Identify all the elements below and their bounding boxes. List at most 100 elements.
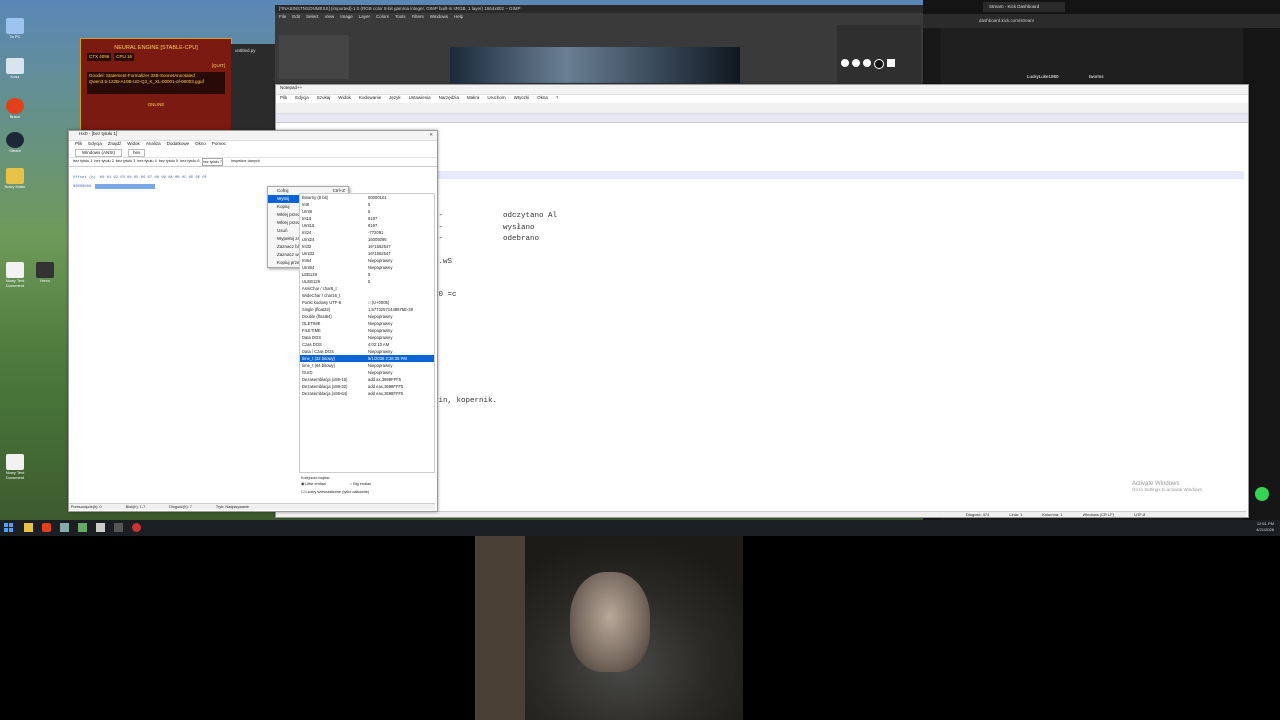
app-taskbar-icon[interactable] bbox=[132, 523, 141, 532]
inspector-row[interactable]: FILETIME Niepoprawny bbox=[300, 327, 434, 334]
inspector-row[interactable]: ULEB128 5 bbox=[300, 278, 434, 285]
gimp-menu-windows[interactable]: Windows bbox=[430, 14, 448, 20]
gimp-menu-filters[interactable]: Filters bbox=[412, 14, 424, 20]
hxd-tab-2[interactable]: bez tytułu 2 bbox=[94, 158, 113, 166]
hxd-tab-4[interactable]: bez tytułu 4 bbox=[137, 158, 156, 166]
recycle-bin-icon[interactable]: Kosz bbox=[0, 58, 30, 79]
inspector-row[interactable]: AnsiChar / char8_t bbox=[300, 285, 434, 292]
inspector-row[interactable]: Int8 5 bbox=[300, 201, 434, 208]
editor-menu-ustawienia[interactable]: Ustawienia bbox=[409, 95, 431, 103]
inspector-row[interactable]: Czas DOS 4:02:10 AM bbox=[300, 341, 434, 348]
clock[interactable]: 12:51 PM 4/21/2026 bbox=[1256, 521, 1274, 533]
notepadpp-taskbar-icon[interactable] bbox=[78, 523, 87, 532]
inspector-row[interactable]: GUID Niepoprawny bbox=[300, 369, 434, 376]
editor-tabs[interactable] bbox=[276, 114, 1248, 123]
browser-tab[interactable]: Stream - Kick Dashboard bbox=[983, 2, 1065, 12]
quit-button[interactable]: [QUIT] bbox=[81, 63, 225, 69]
gimp-menu-file[interactable]: File bbox=[279, 14, 286, 20]
editor-text[interactable]: -- odczytano Al -- wysłano -- odebrano G.wS… bbox=[434, 211, 557, 407]
little-endian-radio[interactable]: ◉ Little endian bbox=[301, 481, 326, 487]
inspector-row[interactable]: UInt32 16*1562547 bbox=[300, 250, 434, 257]
inspector-row[interactable]: time_t (32 bitowy) 5/1/2038 2:28:35 PM bbox=[300, 355, 434, 362]
hxd-tab-1[interactable]: bez tytułu 1 bbox=[73, 158, 92, 166]
editor-menu-makra[interactable]: Makra bbox=[467, 95, 480, 103]
image-file-icon[interactable]: Hmm bbox=[30, 262, 60, 283]
encoding-select[interactable]: Windows (ANSI) bbox=[75, 148, 123, 157]
inspector-tab[interactable]: Inspektor danych bbox=[231, 158, 260, 166]
hxd-menu-edycja[interactable]: Edycja bbox=[88, 141, 102, 148]
inspector-row[interactable]: OLETIME Niepoprawny bbox=[300, 320, 434, 327]
brave-browser-icon[interactable]: Brave bbox=[0, 98, 30, 119]
hxd-menu-analiza[interactable]: Analiza bbox=[146, 141, 161, 148]
inspector-row[interactable]: UInt24 16005095 bbox=[300, 236, 434, 243]
editor-menu-jezyk[interactable]: Język bbox=[389, 95, 401, 103]
hxd-tab-3[interactable]: bez tytułu 3 bbox=[116, 158, 135, 166]
gimp-brushes-panel[interactable] bbox=[837, 25, 921, 83]
cpu-field[interactable]: CPU 16 bbox=[114, 53, 135, 61]
gimp-toolbox[interactable] bbox=[279, 35, 349, 79]
hxd-menu-okno[interactable]: Okno bbox=[195, 141, 206, 148]
inspector-row[interactable]: Single (float32) 1,57732571448875E-38 bbox=[300, 306, 434, 313]
gimp-taskbar-icon[interactable] bbox=[96, 523, 105, 532]
brave-taskbar-icon[interactable] bbox=[42, 523, 51, 532]
inspector-row[interactable]: LEB128 5 bbox=[300, 271, 434, 278]
editor-menu-uruchom[interactable]: Uruchom bbox=[487, 95, 505, 103]
hxd-menu-znajdz[interactable]: Znajdź bbox=[108, 141, 122, 148]
inspector-row[interactable]: UInt16 8197 bbox=[300, 222, 434, 229]
kick-live-icon[interactable] bbox=[1255, 487, 1269, 501]
hex-mode-select[interactable]: hex bbox=[128, 148, 146, 157]
gimp-menu-image[interactable]: Image bbox=[340, 14, 353, 20]
steam-icon[interactable]: Steam bbox=[0, 132, 30, 153]
inspector-row[interactable]: Int16 8197 bbox=[300, 215, 434, 222]
hex-editor-area[interactable]: Offset (h) 00 01 02 03 04 05 06 07 08 09… bbox=[73, 175, 273, 190]
inspector-row[interactable]: Dezasemblacja (x86-64) add eax,3698FFF5 bbox=[300, 390, 434, 397]
hxd-menu-widok[interactable]: Widok bbox=[127, 141, 140, 148]
gimp-menu-select[interactable]: Select bbox=[306, 14, 319, 20]
hex-integers-checkbox[interactable]: ☐ Liczby szesnastkowe (tylko całkowite) bbox=[301, 489, 371, 495]
gimp-menu-help[interactable]: Help bbox=[454, 14, 463, 20]
chat-username[interactable]: LuckyLuke1980 bbox=[1027, 74, 1059, 80]
editor-menu-wtyczki[interactable]: Wtyczki bbox=[514, 95, 530, 103]
hxd-tab-7[interactable]: bez tytułu 7 bbox=[201, 158, 223, 166]
text-document-icon[interactable]: Nowy Text Document bbox=[0, 262, 30, 288]
editor-menu-widok[interactable]: Widok bbox=[338, 95, 351, 103]
editor-menu-plik[interactable]: Plik bbox=[280, 95, 287, 103]
editor-menu-narzedzia[interactable]: Narzędzia bbox=[439, 95, 459, 103]
inspector-row[interactable]: Punkt kodowy UTF-8 □ (U+0005) bbox=[300, 299, 434, 306]
editor-menu-szukaj[interactable]: Szukaj bbox=[317, 95, 331, 103]
gimp-menu-tools[interactable]: Tools bbox=[395, 14, 406, 20]
gimp-canvas[interactable] bbox=[450, 47, 740, 83]
inspector-row[interactable]: Binarny (8 bit) 00000101 bbox=[300, 194, 434, 201]
gimp-menu-colors[interactable]: Colors bbox=[376, 14, 389, 20]
hxd-tab-6[interactable]: bez tytułu 6 bbox=[180, 158, 199, 166]
hxd-menu-plik[interactable]: Plik bbox=[75, 141, 82, 148]
inspector-row[interactable]: Dezasemblacja (x86-32) add eax,3698FFF5 bbox=[300, 383, 434, 390]
gimp-menu-edit[interactable]: Edit bbox=[292, 14, 300, 20]
inspector-row[interactable]: WideChar / char16_t bbox=[300, 292, 434, 299]
gimp-menu-view[interactable]: View bbox=[325, 14, 335, 20]
inspector-row[interactable]: Data i Czas DOS Niepoprawny bbox=[300, 348, 434, 355]
inspector-row[interactable]: Int32 16*1562547 bbox=[300, 243, 434, 250]
file-explorer-icon[interactable] bbox=[24, 523, 33, 532]
editor-menu-okna[interactable]: Okna bbox=[537, 95, 548, 103]
start-icon[interactable] bbox=[4, 523, 13, 532]
inspector-row[interactable]: Dezasemblacja (x86-16) add ax,3698FFF5 bbox=[300, 376, 434, 383]
inspector-row[interactable]: UInt64 Niepoprawny bbox=[300, 264, 434, 271]
hxd-taskbar-icon[interactable] bbox=[60, 523, 69, 532]
hxd-tab-5[interactable]: bez tytułu 5 bbox=[159, 158, 178, 166]
inspector-row[interactable]: UInt8 5 bbox=[300, 208, 434, 215]
inspector-row[interactable]: Int24 -772091 bbox=[300, 229, 434, 236]
obs-taskbar-icon[interactable] bbox=[114, 523, 123, 532]
editor-menu-help[interactable]: ? bbox=[556, 95, 559, 103]
editor-menu-edycja[interactable]: Edycja bbox=[295, 95, 309, 103]
inspector-row[interactable]: Int64 Niepoprawny bbox=[300, 257, 434, 264]
hxd-close-icon[interactable]: ✕ bbox=[429, 132, 433, 138]
hxd-menu-dodatkowe[interactable]: Dodatkowe bbox=[167, 141, 190, 148]
hex-selection[interactable] bbox=[95, 184, 156, 189]
big-endian-radio[interactable]: ○ Big endian bbox=[350, 481, 371, 487]
ctx-field[interactable]: CTX 4096 bbox=[87, 53, 112, 61]
folder-icon[interactable]: Nowy folder bbox=[0, 168, 30, 189]
this-pc-icon[interactable]: Ta PC bbox=[0, 18, 30, 39]
inspector-row[interactable]: time_t (64 bitowy) Niepoprawny bbox=[300, 362, 434, 369]
editor-menu-kodowanie[interactable]: Kodowanie bbox=[359, 95, 381, 103]
